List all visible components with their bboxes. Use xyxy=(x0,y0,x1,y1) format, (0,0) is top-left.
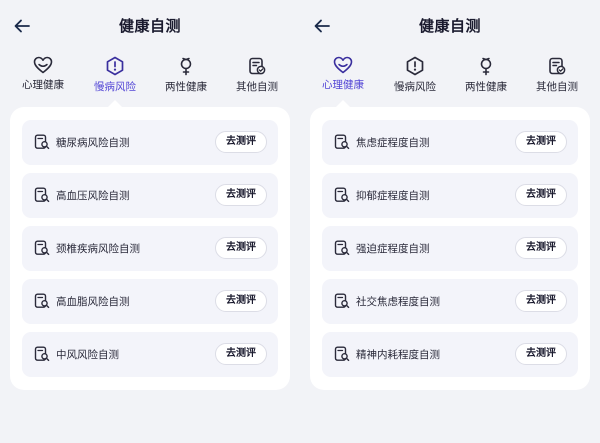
list-item[interactable]: 中风风险自测 去测评 xyxy=(22,332,278,377)
start-assessment-button[interactable]: 去测评 xyxy=(515,343,567,365)
list-item[interactable]: 社交焦虑程度自测 去测评 xyxy=(322,279,578,324)
item-label: 抑郁症程度自测 xyxy=(356,190,430,202)
page-title: 健康自测 xyxy=(118,17,181,35)
heart-icon xyxy=(33,56,53,74)
list-item[interactable]: 高血脂风险自测 去测评 xyxy=(22,279,278,324)
tab-other-tests[interactable]: 其他自测 xyxy=(522,54,592,100)
item-label: 社交焦虑程度自测 xyxy=(356,296,440,308)
document-search-icon xyxy=(34,187,50,203)
tab-label: 两性健康 xyxy=(465,81,507,93)
page-title: 健康自测 xyxy=(418,17,481,35)
document-search-icon xyxy=(334,293,350,309)
tab-mental-health[interactable]: 心理健康 xyxy=(308,54,378,100)
list-item[interactable]: 颈椎疾病风险自测 去测评 xyxy=(22,226,278,271)
tab-chronic-risk[interactable]: 慢病风险 xyxy=(80,54,150,100)
start-assessment-button[interactable]: 去测评 xyxy=(515,237,567,259)
assessment-list: 糖尿病风险自测 去测评 高血压风险自测 去测评 颈椎疾病风险自测 去测评 高血脂… xyxy=(10,107,290,390)
document-search-icon xyxy=(34,240,50,256)
document-search-icon xyxy=(334,187,350,203)
list-item[interactable]: 焦虑症程度自测 去测评 xyxy=(322,120,578,165)
list-item[interactable]: 抑郁症程度自测 去测评 xyxy=(322,173,578,218)
assessment-list: 焦虑症程度自测 去测评 抑郁症程度自测 去测评 强迫症程度自测 去测评 社交焦虑… xyxy=(310,107,590,390)
document-search-icon xyxy=(34,346,50,362)
start-assessment-button[interactable]: 去测评 xyxy=(515,131,567,153)
header: 健康自测 xyxy=(0,0,300,54)
start-assessment-button[interactable]: 去测评 xyxy=(215,184,267,206)
start-assessment-button[interactable]: 去测评 xyxy=(215,131,267,153)
tab-label: 慢病风险 xyxy=(394,81,436,93)
tab-mental-health[interactable]: 心理健康 xyxy=(8,54,78,100)
clipboard-check-icon xyxy=(249,57,266,75)
document-search-icon xyxy=(34,134,50,150)
tab-label: 其他自测 xyxy=(236,81,278,93)
tab-chronic-risk[interactable]: 慢病风险 xyxy=(380,54,450,100)
start-assessment-button[interactable]: 去测评 xyxy=(515,184,567,206)
item-label: 精神内耗程度自测 xyxy=(356,349,440,361)
tab-bar: 心理健康 慢病风险 两性健康 其他自测 xyxy=(300,54,600,104)
item-label: 高血压风险自测 xyxy=(56,190,130,202)
start-assessment-button[interactable]: 去测评 xyxy=(215,237,267,259)
heart-icon xyxy=(333,56,353,74)
list-item[interactable]: 精神内耗程度自测 去测评 xyxy=(322,332,578,377)
tab-label: 慢病风险 xyxy=(94,81,136,93)
tab-label: 心理健康 xyxy=(22,79,64,91)
gender-icon xyxy=(480,57,492,76)
document-search-icon xyxy=(34,293,50,309)
clipboard-check-icon xyxy=(549,57,566,75)
list-item[interactable]: 糖尿病风险自测 去测评 xyxy=(22,120,278,165)
start-assessment-button[interactable]: 去测评 xyxy=(215,343,267,365)
list-item[interactable]: 强迫症程度自测 去测评 xyxy=(322,226,578,271)
tab-sexual-health[interactable]: 两性健康 xyxy=(451,54,521,100)
document-search-icon xyxy=(334,240,350,256)
item-label: 高血脂风险自测 xyxy=(56,296,130,308)
start-assessment-button[interactable]: 去测评 xyxy=(515,290,567,312)
tab-label: 两性健康 xyxy=(165,81,207,93)
start-assessment-button[interactable]: 去测评 xyxy=(215,290,267,312)
item-label: 糖尿病风险自测 xyxy=(56,137,130,149)
gender-icon xyxy=(180,57,192,76)
item-label: 中风风险自测 xyxy=(56,349,119,361)
tab-label: 其他自测 xyxy=(536,81,578,93)
tab-label: 心理健康 xyxy=(322,79,364,91)
hexagon-alert-icon xyxy=(106,56,124,76)
document-search-icon xyxy=(334,346,350,362)
header: 健康自测 xyxy=(300,0,600,54)
list-item[interactable]: 高血压风险自测 去测评 xyxy=(22,173,278,218)
tab-sexual-health[interactable]: 两性健康 xyxy=(151,54,221,100)
document-search-icon xyxy=(334,134,350,150)
hexagon-alert-icon xyxy=(406,56,424,76)
item-label: 颈椎疾病风险自测 xyxy=(56,243,140,255)
tab-other-tests[interactable]: 其他自测 xyxy=(222,54,292,100)
item-label: 强迫症程度自测 xyxy=(356,243,430,255)
screen-chronic-risk: 健康自测 心理健康 慢病风险 两性健康 其他自测 糖尿病风险自测 去测评 高血压… xyxy=(0,0,300,443)
tab-bar: 心理健康 慢病风险 两性健康 其他自测 xyxy=(0,54,300,104)
item-label: 焦虑症程度自测 xyxy=(356,137,430,149)
screen-mental-health: 健康自测 心理健康 慢病风险 两性健康 其他自测 焦虑症程度自测 去测评 抑郁症… xyxy=(300,0,600,443)
